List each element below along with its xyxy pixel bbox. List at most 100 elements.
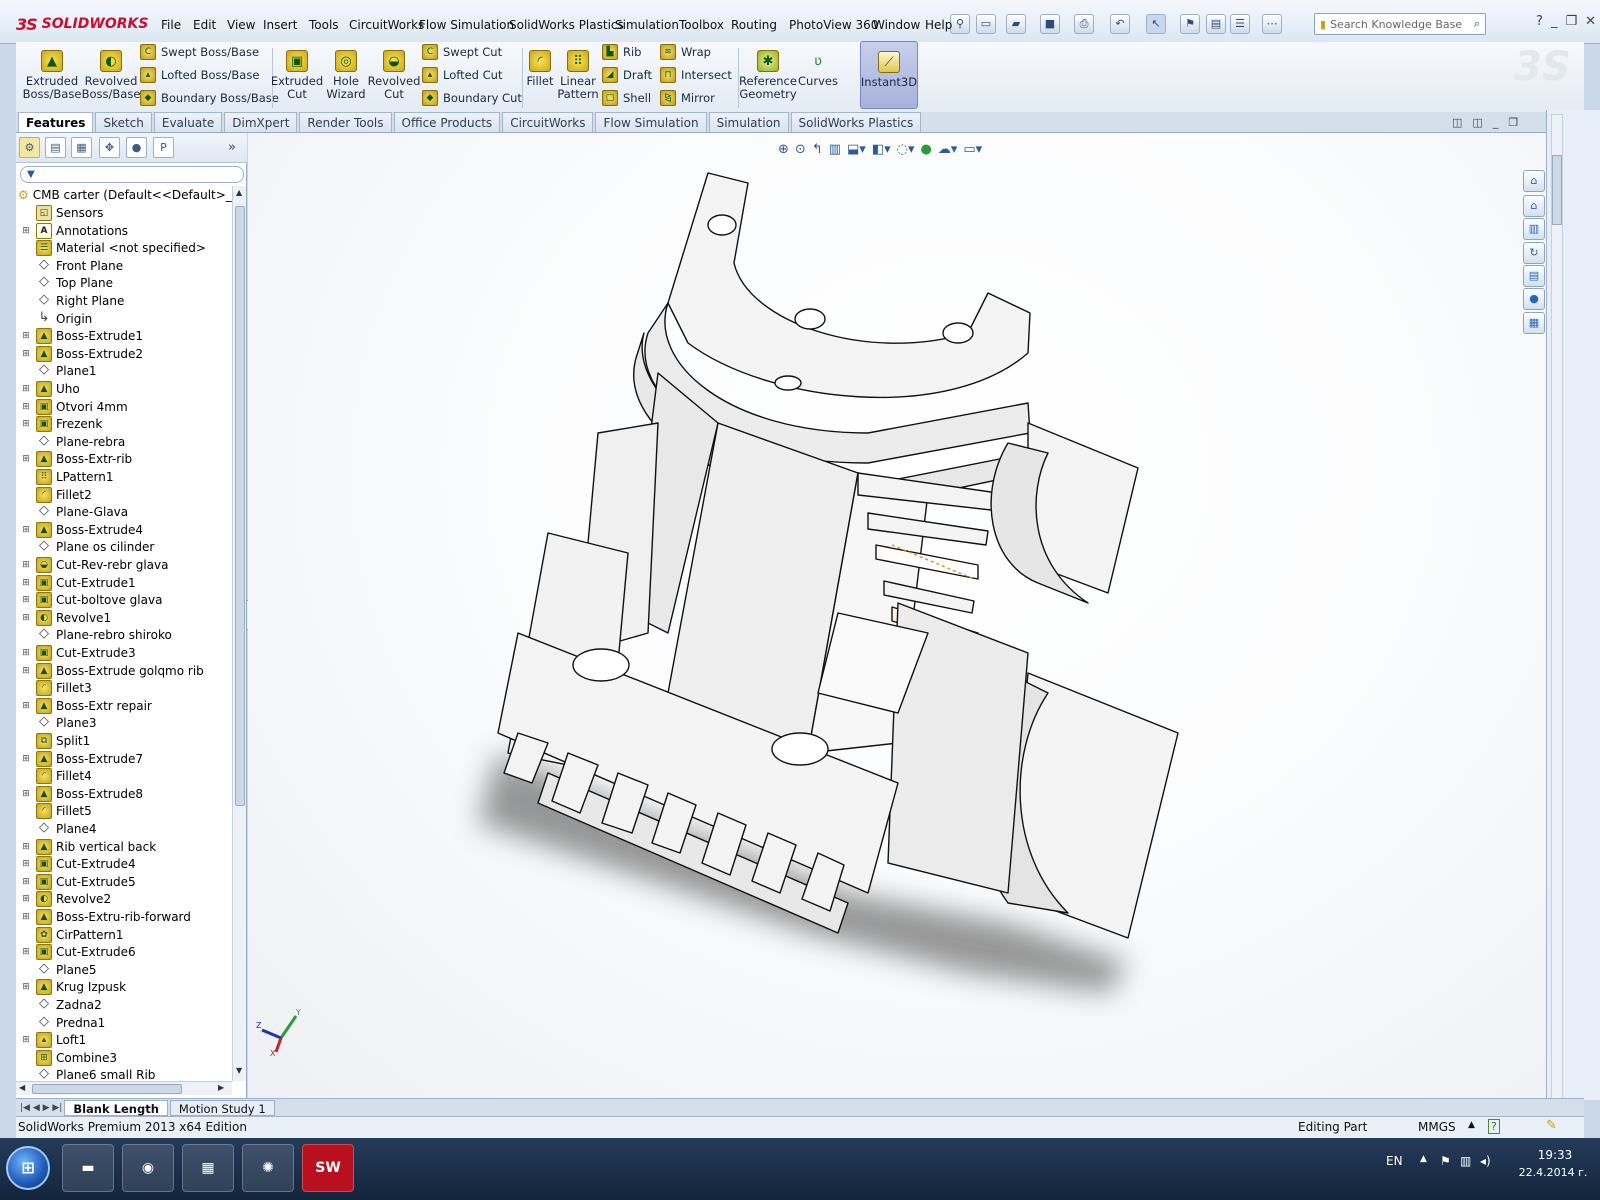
tree-item[interactable]: ◇ Top Plane bbox=[20, 274, 113, 292]
show-hidden-icons-icon[interactable]: ▲ bbox=[1420, 1154, 1427, 1164]
lofted-boss-button[interactable]: ▴ Lofted Boss/Base bbox=[140, 65, 279, 85]
more-icon[interactable]: ⋯ bbox=[1262, 14, 1282, 34]
expand-icon[interactable]: ⊞ bbox=[20, 331, 32, 341]
action-center-icon[interactable]: ⚑ bbox=[1440, 1154, 1451, 1168]
menu-file[interactable]: File bbox=[156, 16, 186, 34]
swept-cut-button[interactable]: C Swept Cut bbox=[422, 42, 522, 62]
menu-window[interactable]: Window bbox=[868, 16, 925, 34]
tree-item[interactable]: ⊞ ▲ Boss-Extrude2 bbox=[20, 345, 143, 363]
open-icon[interactable]: ▰ bbox=[1006, 14, 1026, 34]
tab-simulation[interactable]: Simulation bbox=[708, 112, 789, 132]
tree-item[interactable]: ◇ Plane-rebro shiroko bbox=[20, 626, 172, 644]
expand-icon[interactable]: ⊞ bbox=[20, 402, 32, 412]
file-explorer-icon[interactable]: ↻ bbox=[1523, 242, 1545, 264]
viewport-scrollbar[interactable] bbox=[1551, 114, 1563, 1104]
clock-date[interactable]: 22.4.2014 г. bbox=[1510, 1166, 1596, 1179]
linear-pattern-button[interactable]: ⠿ Linear Pattern bbox=[556, 50, 600, 101]
mirror-button[interactable]: ⧎ Mirror bbox=[660, 88, 732, 108]
tree-item[interactable]: ◇ Plane-rebra bbox=[20, 433, 125, 451]
lofted-cut-button[interactable]: ▴ Lofted Cut bbox=[422, 65, 522, 85]
view-palette-icon[interactable]: ▤ bbox=[1523, 265, 1545, 287]
expand-icon[interactable]: ⊞ bbox=[20, 578, 32, 588]
tree-item[interactable]: ↳ Origin bbox=[20, 310, 93, 328]
tree-item[interactable]: ⊞ ◒ Cut-Rev-rebr glava bbox=[20, 556, 169, 574]
tree-root-part[interactable]: ⚙ CMB carter (Default<<Default>_Disp bbox=[18, 186, 232, 204]
tree-item[interactable]: ◇ Plane-Glava bbox=[20, 503, 128, 521]
tree-item[interactable]: ⊞ ▣ Frezenk bbox=[20, 415, 102, 433]
tree-item[interactable]: ⊞ ▣ Cut-Extrude3 bbox=[20, 644, 136, 662]
intersect-button[interactable]: ⊓ Intersect bbox=[660, 65, 732, 85]
chrome-taskbar-icon[interactable]: ◉ bbox=[122, 1144, 174, 1192]
expand-icon[interactable]: ⊞ bbox=[20, 349, 32, 359]
start-button-icon[interactable]: ⊞ bbox=[6, 1146, 50, 1190]
close-icon[interactable]: ✕ bbox=[1585, 14, 1596, 34]
draft-button[interactable]: ◢ Draft bbox=[602, 65, 652, 85]
expand-icon[interactable]: ⊞ bbox=[20, 859, 32, 869]
help-status-icon[interactable]: ? bbox=[1488, 1119, 1500, 1134]
tab-circuitworks[interactable]: CircuitWorks bbox=[502, 112, 594, 132]
tree-item[interactable]: ⊞ ▣ Otvori 4mm bbox=[20, 398, 128, 416]
design-library-icon[interactable]: ▥ bbox=[1523, 218, 1545, 240]
tile-vertical-icon[interactable]: ◫ bbox=[1472, 116, 1482, 129]
expand-icon[interactable]: ⊞ bbox=[20, 754, 32, 764]
dimxpert-manager-tab-icon[interactable]: ✥ bbox=[99, 137, 120, 158]
magnifier-icon[interactable]: ⌕ bbox=[1474, 17, 1480, 31]
tree-item[interactable]: ◇ Plane6 small Rib bbox=[20, 1066, 155, 1081]
revolved-cut-button[interactable]: ◒ Revolved Cut bbox=[368, 50, 420, 101]
plastics-tab-icon[interactable]: P bbox=[153, 137, 174, 158]
appearances-icon[interactable]: ● bbox=[1523, 288, 1545, 310]
expand-icon[interactable]: ⊞ bbox=[20, 666, 32, 676]
solidworks-taskbar-icon[interactable]: SW bbox=[302, 1144, 354, 1192]
tree-item[interactable]: ⊞ ▲ Boss-Extrude8 bbox=[20, 785, 143, 803]
tree-item[interactable]: ☰ Material <not specified> bbox=[20, 239, 206, 257]
rebuild-status-icon[interactable]: ✎ bbox=[1546, 1118, 1557, 1133]
expand-icon[interactable]: ⊞ bbox=[20, 894, 32, 904]
tree-item[interactable]: ⊞ ▣ Cut-Extrude1 bbox=[20, 574, 136, 592]
tree-item[interactable]: ◜ Fillet4 bbox=[20, 767, 92, 785]
bottom-tab-motion-study-1[interactable]: Motion Study 1 bbox=[169, 1099, 275, 1116]
menu-routing[interactable]: Routing bbox=[726, 16, 782, 34]
solidworks-logo[interactable]: 3S SOLIDWORKS bbox=[16, 10, 148, 38]
tab-render-tools[interactable]: Render Tools bbox=[299, 112, 392, 132]
tree-item[interactable]: ⊞ ▲ Boss-Extrude4 bbox=[20, 521, 143, 539]
extruded-cut-button[interactable]: ▣ Extruded Cut bbox=[271, 50, 323, 101]
configuration-manager-tab-icon[interactable]: ▦ bbox=[71, 137, 92, 158]
menu-help[interactable]: Help bbox=[920, 16, 957, 34]
tile-horizontal-icon[interactable]: ◫ bbox=[1452, 116, 1462, 129]
extruded-boss-button[interactable]: ▲ Extruded Boss/Base bbox=[23, 50, 81, 101]
rebuild-icon[interactable]: ⚑ bbox=[1180, 14, 1200, 34]
expand-icon[interactable]: ⊞ bbox=[20, 982, 32, 992]
tree-item[interactable]: ◇ Plane5 bbox=[20, 961, 97, 979]
tree-item[interactable]: ⊞ ▲ Boss-Extrude7 bbox=[20, 750, 143, 768]
undo-icon[interactable]: ↶ bbox=[1110, 14, 1130, 34]
solidworks-resources-icon[interactable]: ⌂ bbox=[1523, 170, 1545, 192]
tree-item[interactable]: ⊞ Combine3 bbox=[20, 1049, 117, 1067]
options-icon[interactable]: ☰ bbox=[1230, 14, 1250, 34]
scroll-down-icon[interactable]: ▼ bbox=[236, 1066, 242, 1075]
tree-item[interactable]: ⊞ ◐ Revolve1 bbox=[20, 609, 111, 627]
expand-icon[interactable]: ⊞ bbox=[20, 226, 32, 236]
menu-simulation[interactable]: Simulation bbox=[610, 16, 684, 34]
graphics-area[interactable]: ⊕ ⊙ ↰ ▥ ⬓▾ ◧▾ ◌▾ ● ☁▾ ▭▾ Y Z X bbox=[248, 133, 1546, 1098]
scroll-right-icon[interactable]: ▶ bbox=[218, 1083, 224, 1092]
tab-features[interactable]: Features bbox=[18, 112, 94, 132]
bottom-tab-blank-length[interactable]: Blank Length bbox=[64, 1099, 168, 1116]
tree-item[interactable]: ◜ Fillet3 bbox=[20, 679, 92, 697]
tab-office-products[interactable]: Office Products bbox=[393, 112, 501, 132]
menu-view[interactable]: View bbox=[222, 16, 260, 34]
tree-item[interactable]: ⊞ ▴ Loft1 bbox=[20, 1031, 86, 1049]
display-manager-tab-icon[interactable]: ● bbox=[126, 137, 147, 158]
tree-item[interactable]: ◜ Fillet5 bbox=[20, 802, 92, 820]
expand-icon[interactable]: ⊞ bbox=[20, 384, 32, 394]
new-document-icon[interactable]: ▭ bbox=[976, 14, 996, 34]
tree-item[interactable]: ⊞ ▲ Boss-Extr repair bbox=[20, 697, 152, 715]
tree-item[interactable]: ⊞ ▲ Boss-Extrude golqmo rib bbox=[20, 662, 204, 680]
tree-item[interactable]: ◇ Front Plane bbox=[20, 257, 123, 275]
h-scroll-thumb[interactable] bbox=[32, 1084, 182, 1094]
print-icon[interactable]: ⎙ bbox=[1074, 14, 1094, 34]
expand-icon[interactable]: ⊞ bbox=[20, 525, 32, 535]
scroll-left-icon[interactable]: ◀ bbox=[19, 1083, 25, 1092]
network-icon[interactable]: ▥ bbox=[1460, 1154, 1471, 1168]
shell-button[interactable]: ▢ Shell bbox=[602, 88, 652, 108]
boundary-cut-button[interactable]: ◆ Boundary Cut bbox=[422, 88, 522, 108]
